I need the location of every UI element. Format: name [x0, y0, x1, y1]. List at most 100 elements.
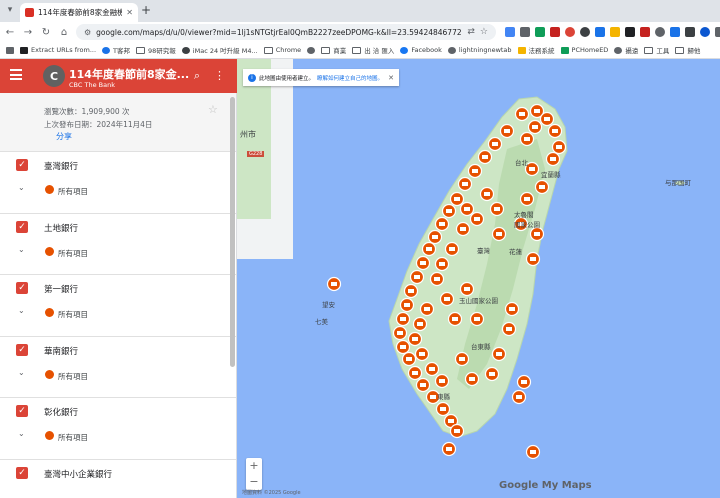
bookmark-item[interactable]: T客邦 [102, 45, 130, 55]
tab-strip: ▾ 114年度春節前8家金融機構之... ✕ + [0, 0, 720, 22]
bookmark-item[interactable]: 工具 [644, 45, 669, 55]
map-owner: CBC The Bank [69, 81, 115, 89]
bank-marker-glyph [449, 247, 455, 251]
chevron-down-icon[interactable]: ⌄ [18, 306, 25, 315]
banner-link[interactable]: 瞭解如何建立自己的地圖。 [317, 74, 383, 82]
menu-icon[interactable] [10, 69, 22, 81]
bookmark-item[interactable]: 98研究報 [136, 45, 176, 55]
bank-marker-icon [45, 185, 54, 194]
layer-item: ✓ 第一銀行 ⌄ 所有項目 [0, 274, 236, 336]
bank-marker-glyph [426, 247, 432, 251]
bookmark-item[interactable]: 商業 [321, 45, 346, 55]
tab-close-icon[interactable]: ✕ [126, 8, 133, 17]
bookmark-item[interactable]: Facebook [400, 46, 442, 54]
layer-checkbox[interactable]: ✓ [16, 466, 28, 479]
bank-marker-glyph [464, 207, 470, 211]
extension-icon-11[interactable] [655, 27, 665, 37]
map-info: 瀏覽次數：1,909,900 次 上次發布日期：2024年11月4日 分享 ☆ [0, 93, 236, 151]
folder-icon [644, 46, 654, 54]
zoom-in-button[interactable]: + [246, 458, 262, 474]
bank-marker-glyph [424, 307, 430, 311]
chevron-down-icon[interactable]: ⌄ [18, 429, 25, 438]
map-label-hualien: 花蓮 [509, 248, 522, 256]
extension-icon-1[interactable] [505, 27, 515, 37]
tab-search-icon[interactable]: ▾ [4, 4, 16, 16]
reload-icon[interactable]: ↻ [38, 27, 54, 38]
layer-sub-label[interactable]: 所有項目 [58, 248, 88, 259]
bank-marker-glyph [472, 169, 478, 173]
layer-item: ✓ 臺灣中小企業銀行 [0, 458, 236, 498]
layer-checkbox[interactable]: ✓ [16, 220, 28, 233]
address-bar[interactable]: ⚙ google.com/maps/d/u/0/viewer?mid=1lj1s… [76, 24, 496, 40]
extension-icon-12[interactable] [670, 27, 680, 37]
bank-marker-glyph [519, 112, 525, 116]
bookmark-item[interactable]: PCHomeED [560, 46, 608, 54]
taiwan-island [388, 96, 568, 438]
chevron-down-icon[interactable]: ⌄ [18, 368, 25, 377]
extension-icon-15[interactable] [715, 27, 720, 37]
layer-sub-label[interactable]: 所有項目 [58, 186, 88, 197]
extension-icon-3[interactable] [535, 27, 545, 37]
extension-icon-9[interactable] [625, 27, 635, 37]
extension-icon-5[interactable] [565, 27, 575, 37]
extension-icon-10[interactable] [640, 27, 650, 37]
layer-checkbox[interactable]: ✓ [16, 282, 28, 294]
more-vert-icon[interactable]: ⋮ [214, 69, 225, 83]
forward-icon[interactable]: → [20, 27, 36, 38]
bank-marker-glyph [524, 137, 530, 141]
bookmark-item[interactable]: lightningnewtab [447, 46, 512, 54]
bookmark-star-icon[interactable]: ☆ [480, 27, 488, 37]
layer-sub-label[interactable]: 所有項目 [58, 432, 88, 443]
map-label-nantou: 臺灣 [477, 247, 490, 255]
bookmark-item[interactable]: 歸他 [675, 45, 700, 55]
bookmark-item[interactable]: 出 洽 匯入 [352, 45, 394, 55]
bank-marker-glyph [464, 287, 470, 291]
bank-marker-glyph [521, 380, 527, 384]
bank-marker-icon [45, 431, 54, 440]
browser-tab[interactable]: 114年度春節前8家金融機構之... ✕ [20, 3, 138, 22]
layer-checkbox[interactable]: ✓ [16, 159, 28, 171]
layer-checkbox[interactable]: ✓ [16, 343, 28, 356]
close-icon[interactable]: ✕ [388, 74, 394, 82]
home-icon[interactable]: ⌂ [56, 27, 72, 38]
sidebar-scrollbar[interactable] [230, 97, 235, 367]
extension-icon-4[interactable] [550, 27, 560, 37]
extension-icon-2[interactable] [520, 27, 530, 37]
extension-icon-7[interactable] [595, 27, 605, 37]
chevron-down-icon[interactable]: ⌄ [18, 245, 25, 254]
bank-marker-glyph [414, 275, 420, 279]
extension-icon-14[interactable] [700, 27, 710, 37]
bookmark-item[interactable]: iMac 24 吋升級 M4... [181, 45, 258, 55]
layer-checkbox[interactable]: ✓ [16, 405, 28, 417]
bank-marker-glyph [496, 232, 502, 236]
map-canvas[interactable]: G228 州市 台北 宜蘭縣 与那国町 太魯閣 國家公園 花蓮 臺灣 玉山國家公… [237, 59, 720, 498]
bookmarks-apps-icon[interactable] [6, 46, 14, 54]
bookmark-item[interactable] [307, 46, 316, 54]
avatar[interactable]: C [43, 65, 65, 87]
share-link[interactable]: 分享 [56, 131, 72, 142]
extension-icon-13[interactable] [685, 27, 695, 37]
bank-marker-glyph [404, 303, 410, 307]
layer-sub-label[interactable]: 所有項目 [58, 371, 88, 382]
chevron-down-icon[interactable]: ⌄ [18, 183, 25, 192]
search-icon[interactable]: ⌕ [194, 69, 200, 83]
translate-icon[interactable]: ⇄ [467, 27, 475, 37]
bookmark-item[interactable]: Extract URLs from... [20, 46, 96, 54]
back-icon[interactable]: ← [2, 27, 18, 38]
star-icon[interactable]: ☆ [208, 103, 218, 116]
new-tab-icon[interactable]: + [141, 3, 151, 17]
zoom-out-button[interactable]: − [246, 474, 262, 490]
extension-icon-8[interactable] [610, 27, 620, 37]
layer-sub-label[interactable]: 所有項目 [58, 309, 88, 320]
bookmark-item[interactable]: 法務系統 [517, 45, 555, 55]
map-header: C 114年度春節前8家金... CBC The Bank ⌕ ⋮ [0, 59, 237, 93]
map-copyright: 地圖資料 ©2025 Google [242, 490, 301, 496]
bank-marker-glyph [331, 282, 337, 286]
folder-icon [321, 46, 331, 54]
bookmark-item[interactable]: 攝遠 [614, 45, 638, 55]
extension-icon-6[interactable] [580, 27, 590, 37]
bank-marker-glyph [446, 209, 452, 213]
bookmark-item[interactable]: Chrome [263, 46, 301, 54]
map-label-taroko: 太魯閣 [514, 211, 534, 219]
site-info-icon[interactable]: ⚙ [84, 28, 91, 37]
